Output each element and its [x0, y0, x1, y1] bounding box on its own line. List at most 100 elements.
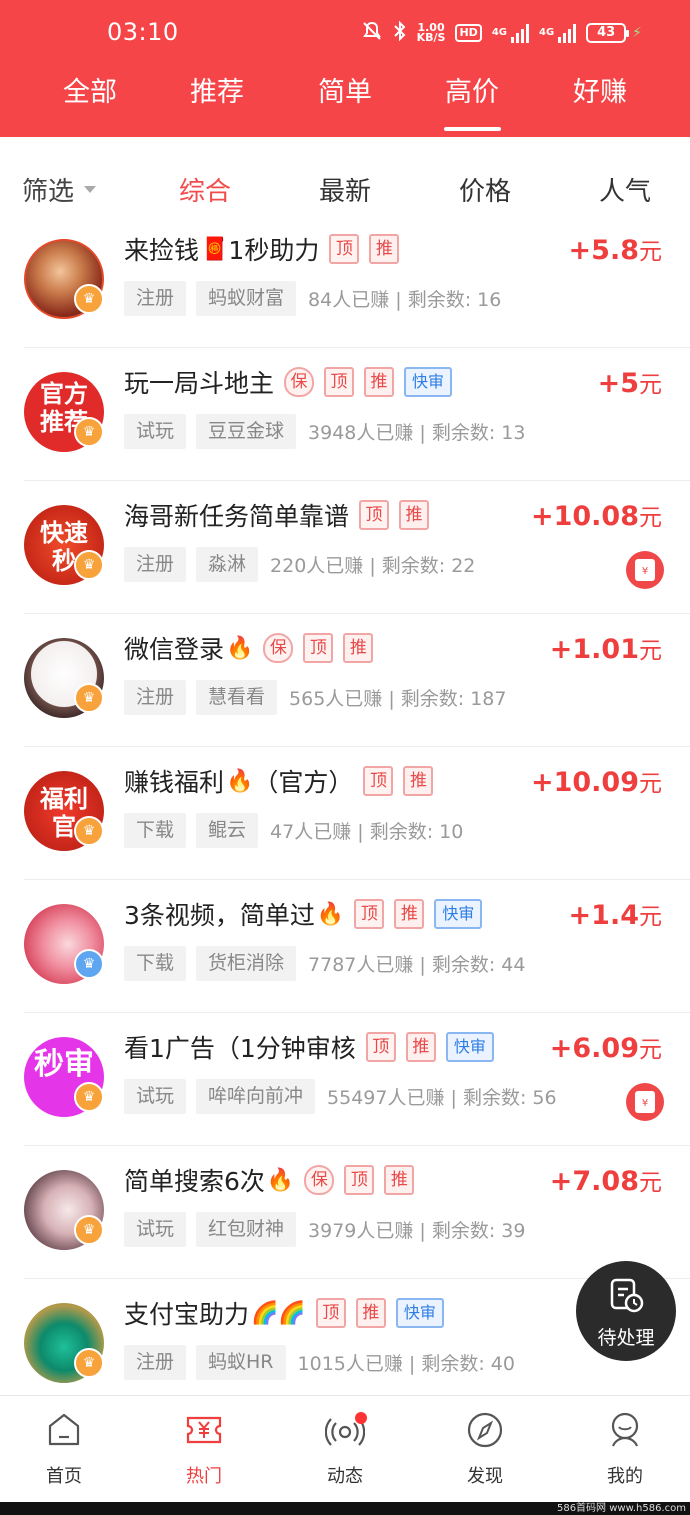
- crown-badge-icon: ♛: [74, 1215, 104, 1245]
- fast-review-tag: 快审: [445, 1032, 494, 1062]
- nav-discover[interactable]: 发现: [435, 1410, 535, 1488]
- task-title-row: 支付宝助力 🌈🌈 顶推快审: [124, 1295, 444, 1331]
- nav-discover-label: 发现: [467, 1466, 503, 1487]
- task-row[interactable]: 快速秒 ♛ 海哥新任务简单靠谱顶推注册 淼淋 220人已赚 | 剩余数: 22 +10.0…: [0, 481, 690, 614]
- top-tag: 顶: [344, 1165, 375, 1195]
- recommend-tag: 推: [384, 1165, 415, 1195]
- guarantee-tag: 保: [304, 1165, 335, 1195]
- task-meta-row: 注册 蚂蚁财富 84人已赚 | 剩余数: 16: [124, 281, 501, 316]
- task-row[interactable]: ♛ 微信登录 🔥 保顶推注册 慧看看 565人已赚 | 剩余数: 187 +1.01元: [0, 614, 690, 747]
- task-row[interactable]: 官方推荐 ♛ 玩一局斗地主保顶推快审 试玩 豆豆金球 3948人已赚 | 剩余数: 13 +…: [0, 348, 690, 481]
- tab-simple[interactable]: 简单: [318, 70, 372, 109]
- task-type-chip: 下载: [124, 946, 187, 981]
- task-reward: +6.09元: [550, 1030, 662, 1064]
- hot-ticket-icon: [186, 1416, 222, 1444]
- reward-amount: +10.09: [530, 767, 639, 798]
- reward-amount: +5: [597, 368, 639, 399]
- task-reward: +1.01元: [550, 631, 662, 665]
- publisher-chip: 淼淋: [196, 547, 259, 582]
- task-reward: +5.8元: [569, 232, 662, 266]
- net-type-2: 4G: [538, 27, 555, 38]
- reward-amount: +7.08: [549, 1166, 639, 1197]
- task-title-row: 简单搜索6次 🔥 保顶推: [124, 1162, 415, 1198]
- nav-feed[interactable]: 动态: [295, 1410, 395, 1488]
- publisher-chip: 货柜消除: [196, 946, 297, 981]
- reward-amount: +10.08: [530, 501, 639, 532]
- reward-unit: 元: [639, 372, 662, 398]
- task-meta-row: 试玩 豆豆金球 3948人已赚 | 剩余数: 13: [124, 414, 525, 449]
- tab-high-price[interactable]: 高价: [445, 70, 499, 109]
- fast-review-tag: 快审: [434, 899, 483, 929]
- tab-recommend[interactable]: 推荐: [190, 70, 244, 109]
- bottom-nav: 首页 热门 动态 发现 我的: [0, 1395, 690, 1502]
- task-reward: +5元: [598, 365, 662, 399]
- task-row[interactable]: ♛ 3条视频，简单过 🔥 顶推快审 下载 货柜消除 7787人已赚 | 剩余数: 44 +1.…: [0, 880, 690, 1013]
- task-reward: +1.4元: [569, 897, 662, 931]
- task-title: 赚钱福利: [124, 768, 225, 797]
- top-tag: 顶: [354, 899, 385, 929]
- title-emoji: 🔥: [316, 901, 345, 927]
- active-tab-indicator: [444, 127, 501, 131]
- reward-amount: +6.09: [549, 1033, 639, 1064]
- sort-price[interactable]: 价格: [459, 171, 511, 208]
- tab-easy-earn[interactable]: 好赚: [573, 70, 627, 109]
- recommend-tag: 推: [343, 633, 374, 663]
- reward-amount: +1.4: [568, 900, 639, 931]
- watermark: 586首码网 www.h586.com: [556, 1503, 686, 1514]
- task-stats: 47人已赚 | 剩余数: 10: [270, 821, 464, 843]
- task-row[interactable]: 福利官 ♛ 赚钱福利 🔥 （官方）顶推下载 鲲云 47人已赚 | 剩余数: 10 +10.09…: [0, 747, 690, 880]
- pending-label: 待处理: [597, 1327, 655, 1349]
- task-stats: 7787人已赚 | 剩余数: 44: [308, 954, 526, 976]
- recommend-tag: 推: [364, 367, 395, 397]
- task-stats: 220人已赚 | 剩余数: 22: [270, 555, 476, 577]
- task-stats: 565人已赚 | 剩余数: 187: [289, 688, 507, 710]
- task-stats: 84人已赚 | 剩余数: 16: [308, 289, 502, 311]
- task-reward: +7.08元: [550, 1163, 662, 1197]
- task-title-row: 看1广告（1分钟审核顶推快审: [124, 1029, 494, 1065]
- filter-button[interactable]: 筛选: [22, 171, 97, 208]
- publisher-chip: 鲲云: [196, 813, 259, 848]
- signal-icon: [510, 23, 529, 43]
- fast-review-tag: 快审: [395, 1298, 444, 1328]
- title-emoji: 🔥: [226, 635, 254, 661]
- status-bar: 03:10 1.00 KB/S HD 4G 4G 43 ⚡: [0, 18, 690, 52]
- red-envelope-icon[interactable]: ¥: [626, 1083, 664, 1121]
- reward-unit: 元: [639, 239, 662, 265]
- top-header: 03:10 1.00 KB/S HD 4G 4G 43 ⚡ 全部 推荐 简单 高价…: [0, 0, 690, 137]
- nav-home[interactable]: 首页: [14, 1410, 114, 1488]
- task-row[interactable]: ♛ 简单搜索6次 🔥 保顶推试玩 红包财神 3979人已赚 | 剩余数: 39 +7.08元: [0, 1146, 690, 1279]
- task-title: 看1广告（1分钟审核: [124, 1034, 356, 1063]
- pending-fab[interactable]: 待处理: [576, 1261, 676, 1361]
- crown-badge-icon: ♛: [74, 816, 104, 846]
- task-title: 玩一局斗地主: [124, 369, 275, 398]
- sort-latest[interactable]: 最新: [319, 171, 371, 208]
- title-emoji: 🧧: [201, 236, 229, 262]
- home-icon: [48, 1413, 80, 1446]
- task-row[interactable]: 秒审 ♛ 看1广告（1分钟审核顶推快审 试玩 哞哞向前冲 55497人已赚 | 剩余数: …: [0, 1013, 690, 1146]
- task-type-chip: 试玩: [124, 414, 187, 449]
- status-time: 03:10: [107, 18, 179, 46]
- publisher-chip: 哞哞向前冲: [196, 1079, 316, 1114]
- sort-comprehensive[interactable]: 综合: [179, 171, 231, 208]
- mute-icon: [361, 20, 383, 46]
- nav-hot[interactable]: 热门: [154, 1410, 254, 1488]
- publisher-chip: 慧看看: [196, 680, 278, 715]
- filter-label: 筛选: [22, 177, 75, 207]
- recommend-tag: 推: [394, 899, 425, 929]
- tab-all[interactable]: 全部: [63, 70, 117, 109]
- battery-icon: 43: [586, 23, 630, 43]
- reward-unit: 元: [639, 904, 662, 930]
- publisher-chip: 红包财神: [196, 1212, 297, 1247]
- task-row[interactable]: ♛ 来捡钱 🧧 1秒助力顶推注册 蚂蚁财富 84人已赚 | 剩余数: 16 +5.8元: [0, 215, 690, 348]
- task-meta-row: 下载 货柜消除 7787人已赚 | 剩余数: 44: [124, 946, 525, 981]
- nav-mine[interactable]: 我的: [575, 1410, 675, 1488]
- title-emoji: 🔥: [266, 1167, 295, 1193]
- task-type-chip: 注册: [124, 281, 187, 316]
- notification-dot: [355, 1412, 367, 1424]
- crown-badge-icon: ♛: [74, 1348, 104, 1378]
- sort-popularity[interactable]: 人气: [599, 171, 651, 208]
- compass-icon: [467, 1412, 503, 1448]
- task-meta-row: 注册 淼淋 220人已赚 | 剩余数: 22: [124, 547, 475, 582]
- top-tag: 顶: [315, 1298, 346, 1328]
- red-envelope-icon[interactable]: ¥: [626, 551, 664, 589]
